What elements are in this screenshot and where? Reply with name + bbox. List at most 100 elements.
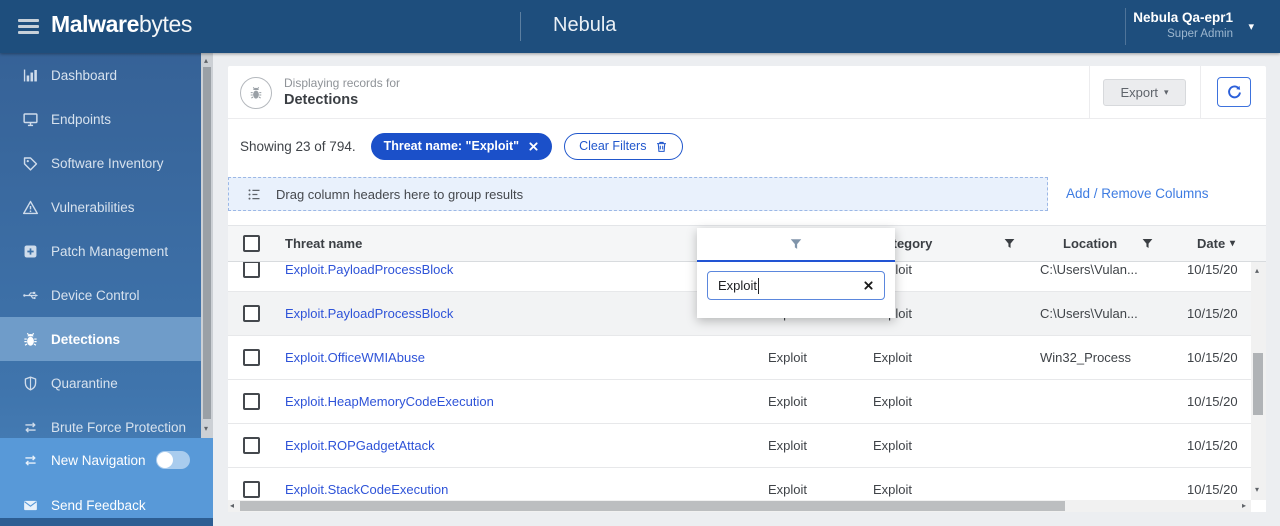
row-checkbox[interactable]	[243, 481, 260, 498]
threat-link[interactable]: Exploit.HeapMemoryCodeExecution	[285, 394, 494, 409]
threat-link[interactable]: Exploit.PayloadProcessBlock	[285, 306, 453, 321]
sidebar-item-label: Brute Force Protection	[51, 419, 187, 435]
table-row[interactable]: Exploit.StackCodeExecution Exploit Explo…	[228, 468, 1251, 500]
funnel-icon	[790, 239, 802, 249]
column-header-location[interactable]: Location	[1063, 226, 1117, 261]
tag-icon	[22, 155, 39, 172]
table-row[interactable]: Exploit.ROPGadgetAttack Exploit Exploit …	[228, 424, 1251, 468]
threat-name-filter-chip[interactable]: Threat name: "Exploit"	[370, 132, 553, 160]
new-navigation-toggle[interactable]	[155, 451, 190, 469]
location-cell: C:\Users\Vulan...	[1040, 306, 1138, 321]
remove-filter-icon[interactable]	[528, 141, 539, 152]
export-button[interactable]: Export ▾	[1103, 79, 1186, 106]
account-name: Nebula Qa-epr1	[1133, 10, 1233, 25]
location-filter-funnel-icon[interactable]	[1141, 237, 1154, 250]
location-cell: Win32_Process	[1040, 350, 1132, 365]
horizontal-scrollbar[interactable]: ◂	[228, 500, 1251, 512]
sidebar-item-quarantine[interactable]: Quarantine	[0, 361, 201, 405]
category-cell: Exploit	[873, 394, 913, 409]
header-divider	[1089, 66, 1090, 119]
plus-square-icon	[22, 243, 39, 260]
sidebar-footer: New Navigation Send Feedback	[0, 438, 213, 518]
filter-text-input[interactable]: Exploit	[707, 271, 885, 300]
sidebar-scrollbar-thumb[interactable]	[203, 67, 211, 419]
account-menu[interactable]: Nebula Qa-epr1 Super Admin	[1063, 9, 1233, 42]
scroll-down-icon[interactable]: ▾	[1255, 486, 1259, 494]
date-cell: 10/15/20	[1187, 350, 1238, 365]
type-cell: Exploit	[768, 482, 808, 497]
column-header-threat-name[interactable]: Threat name	[285, 226, 362, 261]
sidebar-item-device-control[interactable]: Device Control	[0, 273, 201, 317]
vertical-scrollbar-thumb[interactable]	[1253, 353, 1263, 415]
group-hint-text: Drag column headers here to group result…	[276, 186, 524, 202]
type-cell: Exploit	[768, 394, 808, 409]
shield-icon	[22, 375, 39, 392]
warning-triangle-icon	[22, 199, 39, 216]
scroll-up-icon[interactable]: ▴	[1255, 267, 1259, 275]
footer-item-label: Send Feedback	[51, 497, 146, 513]
category-filter-funnel-icon[interactable]	[1003, 237, 1016, 250]
sidebar-item-new-navigation[interactable]: New Navigation	[0, 442, 213, 478]
threat-link[interactable]: Exploit.PayloadProcessBlock	[285, 262, 453, 277]
sidebar-item-detections[interactable]: Detections	[0, 317, 201, 361]
hamburger-menu-icon[interactable]	[18, 19, 39, 34]
scroll-down-icon[interactable]: ▾	[204, 425, 208, 433]
sidebar-item-endpoints[interactable]: Endpoints	[0, 97, 201, 141]
threat-link[interactable]: Exploit.OfficeWMIAbuse	[285, 350, 425, 365]
toggle-knob	[156, 452, 173, 468]
location-cell	[1040, 380, 1170, 423]
export-label: Export	[1120, 85, 1159, 100]
brand-divider	[520, 12, 521, 41]
scroll-up-icon[interactable]: ▴	[204, 57, 208, 65]
vertical-scrollbar[interactable]: ▴ ▾	[1251, 262, 1266, 500]
row-checkbox[interactable]	[243, 262, 260, 278]
date-cell: 10/15/20	[1187, 394, 1238, 409]
threat-link[interactable]: Exploit.ROPGadgetAttack	[285, 438, 435, 453]
clear-input-icon[interactable]	[863, 280, 874, 291]
filter-popup-header[interactable]	[697, 228, 895, 262]
table-row[interactable]: Exploit.HeapMemoryCodeExecution Exploit …	[228, 380, 1251, 424]
scroll-right-icon[interactable]: ▸	[1242, 502, 1246, 510]
usb-icon	[22, 287, 39, 304]
sidebar-scrollbar[interactable]: ▴ ▾	[201, 53, 213, 438]
showing-count: Showing 23 of 794.	[240, 138, 356, 154]
sidebar-item-label: Vulnerabilities	[51, 199, 135, 215]
row-checkbox[interactable]	[243, 393, 260, 410]
location-cell	[1040, 468, 1170, 500]
account-caret-icon[interactable]: ▾	[1248, 20, 1254, 33]
page-title: Detections	[284, 92, 359, 108]
panel-header: Displaying records for Detections Export…	[228, 66, 1266, 119]
date-cell: 10/15/20	[1187, 262, 1238, 277]
column-header-date[interactable]: Date	[1197, 226, 1225, 261]
category-cell: Exploit	[873, 350, 913, 365]
row-checkbox[interactable]	[243, 349, 260, 366]
group-drop-zone[interactable]: Drag column headers here to group result…	[228, 177, 1048, 211]
envelope-icon	[22, 497, 39, 514]
sidebar-item-label: Device Control	[51, 287, 140, 303]
clear-filters-label: Clear Filters	[579, 139, 647, 153]
clear-filters-button[interactable]: Clear Filters	[564, 132, 684, 160]
type-cell: Exploit	[768, 438, 808, 453]
add-remove-columns-link[interactable]: Add / Remove Columns	[1066, 177, 1209, 211]
trash-icon	[657, 141, 667, 152]
sidebar-item-patch-management[interactable]: Patch Management	[0, 229, 201, 273]
select-all-checkbox[interactable]	[243, 235, 260, 252]
scroll-left-icon[interactable]: ◂	[230, 502, 234, 510]
table-row[interactable]: Exploit.OfficeWMIAbuse Exploit Exploit W…	[228, 336, 1251, 380]
sidebar-item-vulnerabilities[interactable]: Vulnerabilities	[0, 185, 201, 229]
row-checkbox[interactable]	[243, 305, 260, 322]
location-cell: C:\Users\Vulan...	[1040, 262, 1138, 277]
filter-input-value: Exploit	[718, 278, 758, 293]
date-cell: 10/15/20	[1187, 306, 1238, 321]
product-name: Nebula	[553, 14, 617, 36]
sidebar-item-dashboard[interactable]: Dashboard	[0, 53, 201, 97]
sidebar-item-software-inventory[interactable]: Software Inventory	[0, 141, 201, 185]
location-cell	[1040, 424, 1170, 467]
sort-descending-icon[interactable]: ▾	[1230, 226, 1235, 261]
footer-item-label: New Navigation	[51, 452, 146, 468]
refresh-button[interactable]	[1217, 77, 1251, 107]
horizontal-scrollbar-thumb[interactable]	[240, 501, 1065, 511]
threat-link[interactable]: Exploit.StackCodeExecution	[285, 482, 448, 497]
sidebar-item-label: Detections	[51, 331, 121, 347]
row-checkbox[interactable]	[243, 437, 260, 454]
